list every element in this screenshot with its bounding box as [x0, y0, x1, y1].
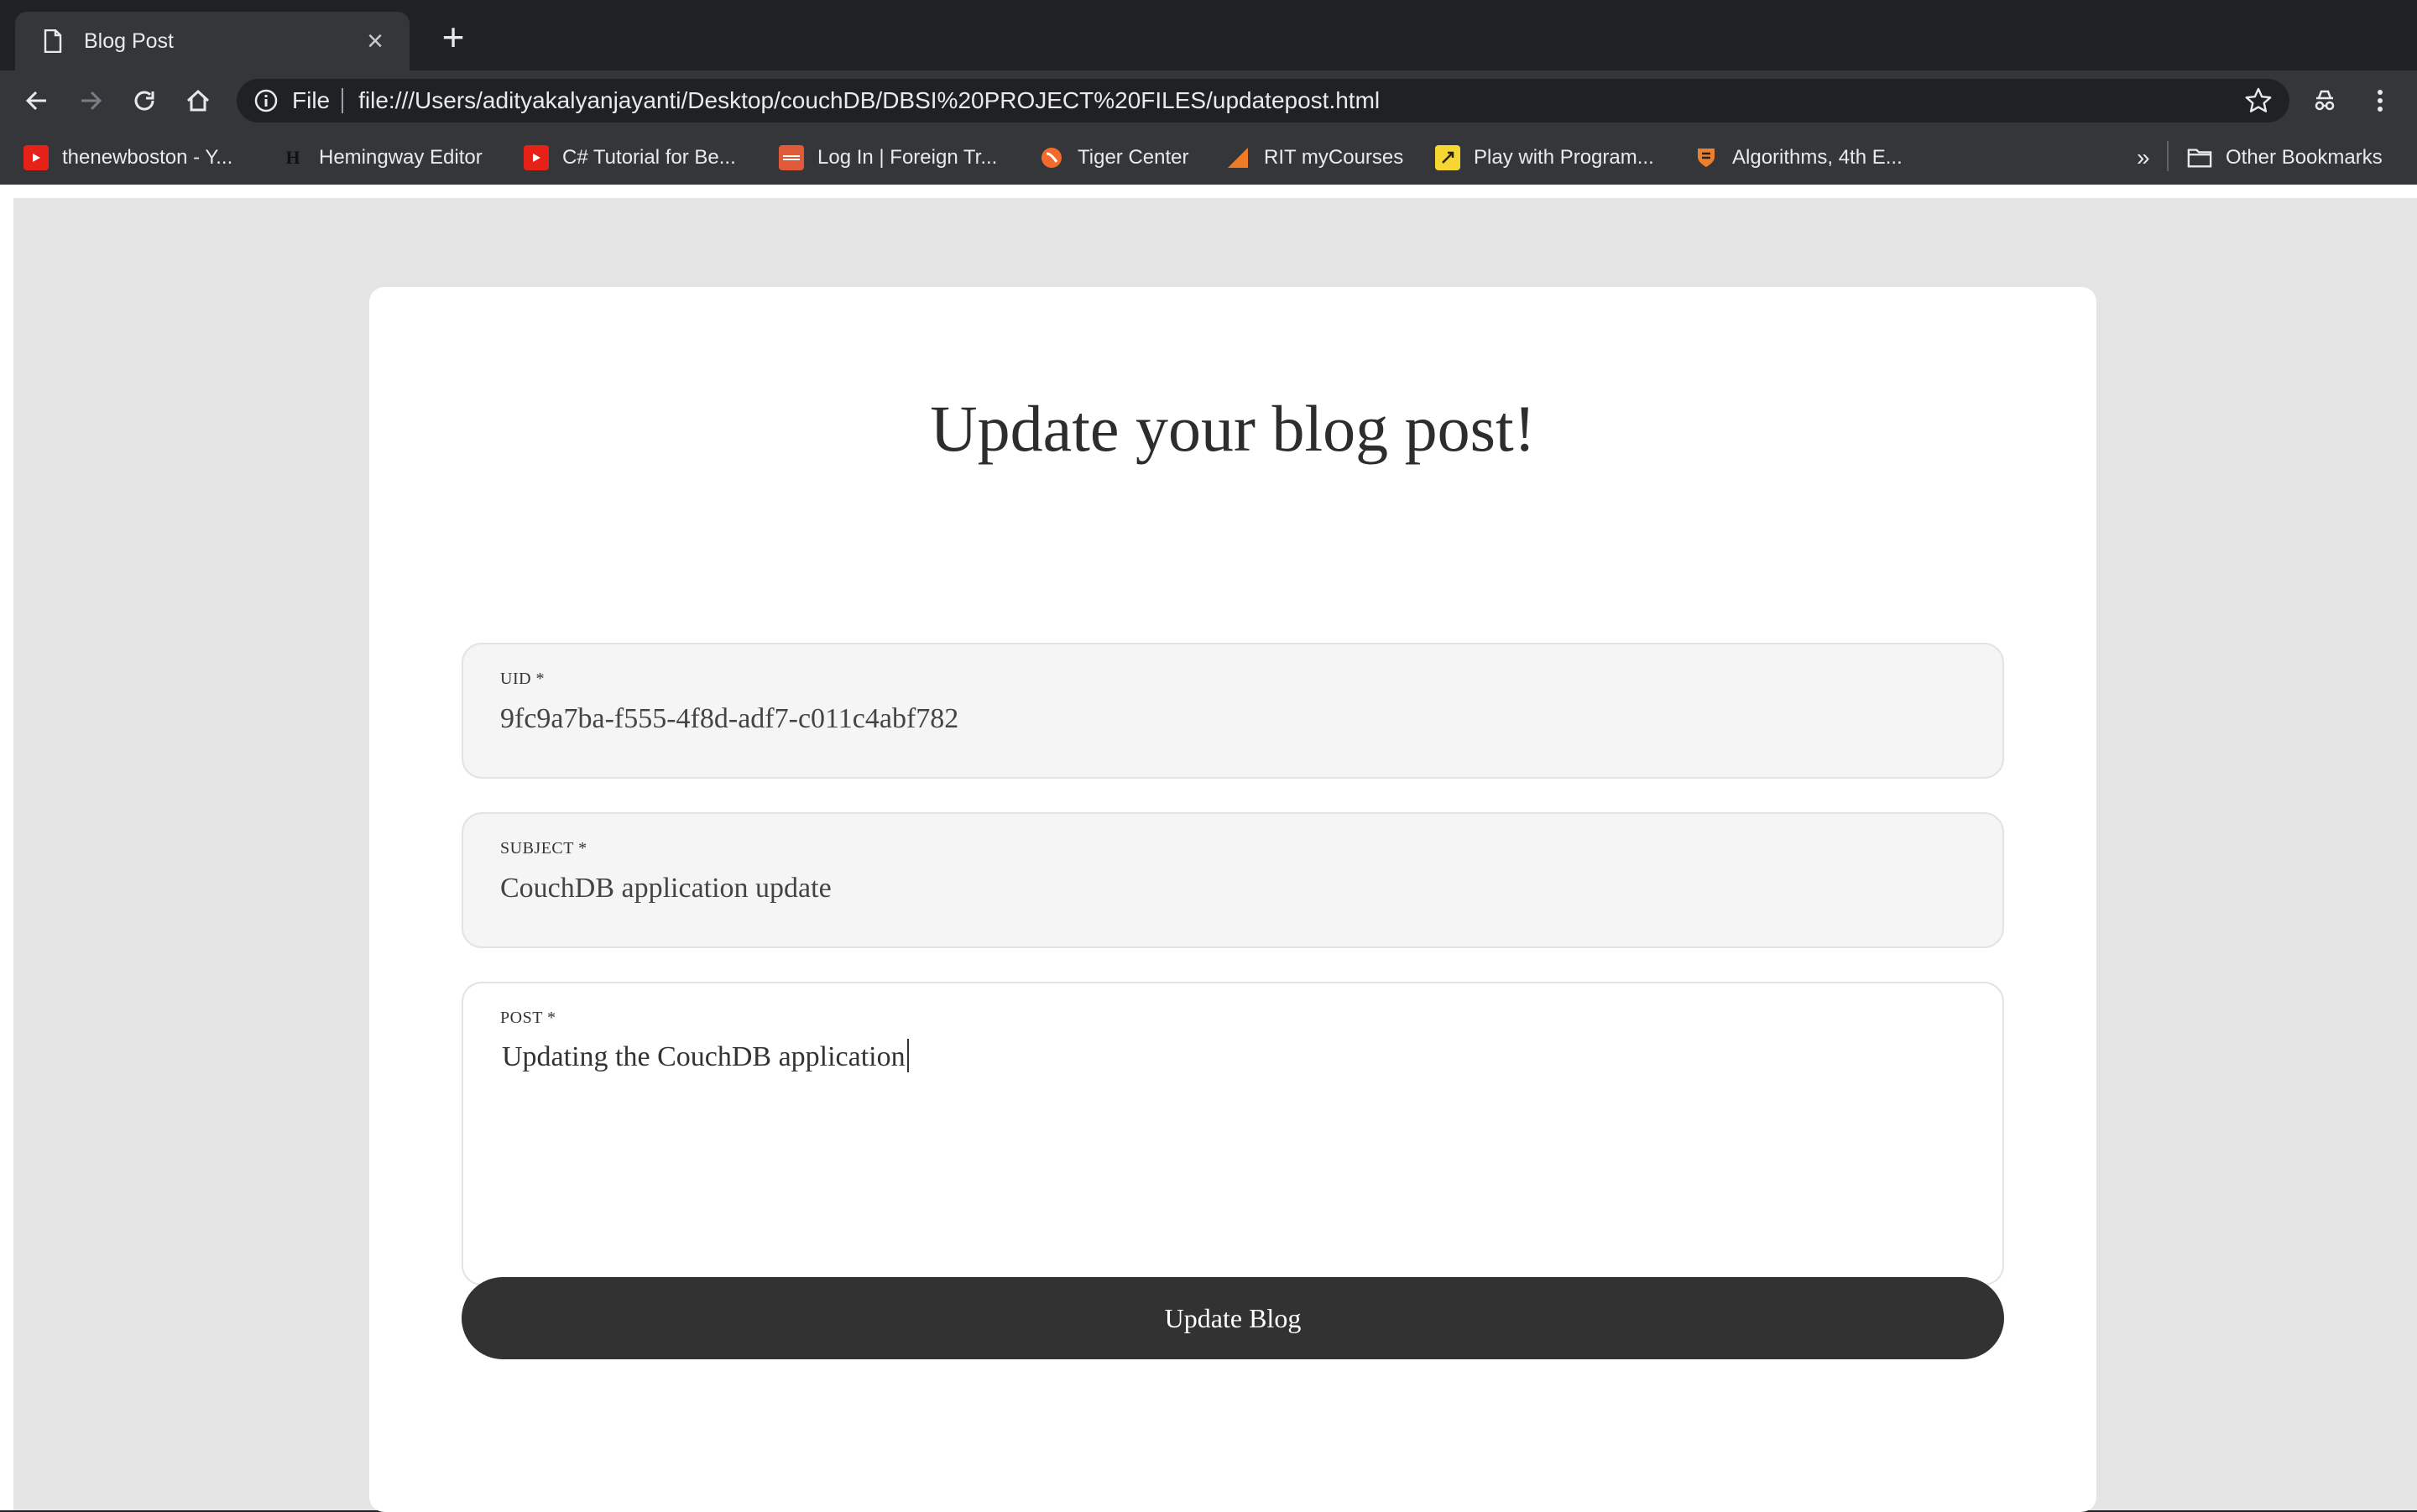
bookmark-item[interactable]: thenewboston - Y...	[23, 139, 232, 176]
bookmark-label: thenewboston - Y...	[62, 146, 233, 169]
omnibox-divider	[342, 88, 344, 113]
page-title: Update your blog post!	[930, 392, 1536, 465]
folder-icon	[2187, 145, 2212, 170]
reload-button[interactable]	[126, 82, 163, 119]
play-icon	[1435, 145, 1460, 170]
bookmark-label: C# Tutorial for Be...	[562, 146, 736, 169]
incognito-button[interactable]	[2306, 82, 2343, 119]
incognito-icon	[2315, 90, 2335, 111]
bookmark-item[interactable]: RIT myCourses	[1225, 139, 1403, 176]
youtube-icon	[23, 145, 49, 170]
bookmark-label: Tiger Center	[1078, 146, 1189, 169]
forward-arrow-icon	[81, 91, 102, 111]
document-icon	[44, 29, 62, 54]
post-field[interactable]: POST * Updating the CouchDB application	[462, 982, 2004, 1285]
bookmark-item[interactable]: Algorithms, 4th E...	[1694, 139, 1903, 176]
rit-icon	[1225, 145, 1250, 170]
page-background: Update your blog post! UID * SUBJECT * P…	[13, 198, 2417, 1512]
subject-input[interactable]	[500, 873, 1927, 905]
subject-label: SUBJECT *	[500, 839, 587, 858]
info-icon[interactable]	[253, 88, 279, 113]
forward-button[interactable]	[72, 82, 109, 119]
tab-title: Blog Post	[84, 29, 175, 53]
youtube-icon	[524, 145, 549, 170]
post-label: POST *	[500, 1009, 556, 1027]
home-icon	[186, 89, 210, 112]
home-button[interactable]	[180, 82, 217, 119]
browser-tab[interactable]: Blog Post ×	[15, 12, 410, 70]
overflow-chevron-icon: »	[2137, 144, 2150, 170]
bookmark-item[interactable]: Log In | Foreign Tr...	[779, 139, 997, 176]
uid-label: UID *	[500, 670, 546, 688]
text-caret	[906, 1039, 909, 1072]
hemingway-icon: H	[285, 147, 300, 168]
post-text: Updating the CouchDB application	[502, 1041, 906, 1072]
page-viewport: Update your blog post! UID * SUBJECT * P…	[0, 185, 2417, 1512]
bookmark-label: Log In | Foreign Tr...	[817, 146, 998, 169]
tab-strip: Blog Post × +	[0, 0, 2417, 70]
foreign-trade-icon	[779, 145, 804, 170]
bookmark-label: RIT myCourses	[1264, 146, 1404, 169]
bookmark-item[interactable]: Tiger Center	[1039, 139, 1189, 176]
bookmark-item[interactable]: C# Tutorial for Be...	[524, 139, 736, 176]
back-button[interactable]	[18, 82, 55, 119]
browser-toolbar: File file:///Users/adityakalyanjayanti/D…	[0, 70, 2417, 131]
new-tab-button[interactable]: +	[435, 18, 472, 56]
reload-icon	[134, 91, 154, 111]
uid-input[interactable]	[500, 703, 1927, 735]
update-blog-button[interactable]: Update Blog	[462, 1277, 2004, 1359]
address-bar[interactable]: File file:///Users/adityakalyanjayanti/D…	[237, 79, 2289, 123]
bookmark-label: Hemingway Editor	[319, 146, 483, 169]
update-form-card: Update your blog post! UID * SUBJECT * P…	[369, 287, 2096, 1512]
bookmarks-overflow-button[interactable]: »	[2137, 139, 2150, 176]
bookmark-item[interactable]: H Hemingway Editor	[280, 139, 483, 176]
menu-button[interactable]	[2362, 82, 2399, 119]
close-tab-icon[interactable]: ×	[361, 27, 389, 55]
other-bookmarks-button[interactable]: Other Bookmarks	[2187, 139, 2383, 176]
more-vertical-icon	[2378, 90, 2383, 112]
bookmark-label: Algorithms, 4th E...	[1732, 146, 1903, 169]
bookmarks-divider	[2167, 141, 2169, 171]
bookmarks-bar: thenewboston - Y... H Hemingway Editor C…	[0, 131, 2417, 185]
bookmark-star-icon[interactable]	[2244, 86, 2273, 115]
princeton-icon	[1694, 145, 1719, 170]
bookmark-item[interactable]: Play with Program...	[1435, 139, 1654, 176]
tiger-icon	[1039, 145, 1064, 170]
uid-field[interactable]: UID *	[462, 643, 2004, 779]
url-scheme: File	[292, 87, 331, 113]
subject-field[interactable]: SUBJECT *	[462, 812, 2004, 948]
bookmark-label: Play with Program...	[1474, 146, 1654, 169]
back-arrow-icon	[25, 91, 46, 111]
other-bookmarks-label: Other Bookmarks	[2226, 146, 2383, 169]
post-textarea[interactable]: Updating the CouchDB application	[502, 1039, 1929, 1240]
url-text[interactable]: file:///Users/adityakalyanjayanti/Deskto…	[358, 87, 2244, 114]
